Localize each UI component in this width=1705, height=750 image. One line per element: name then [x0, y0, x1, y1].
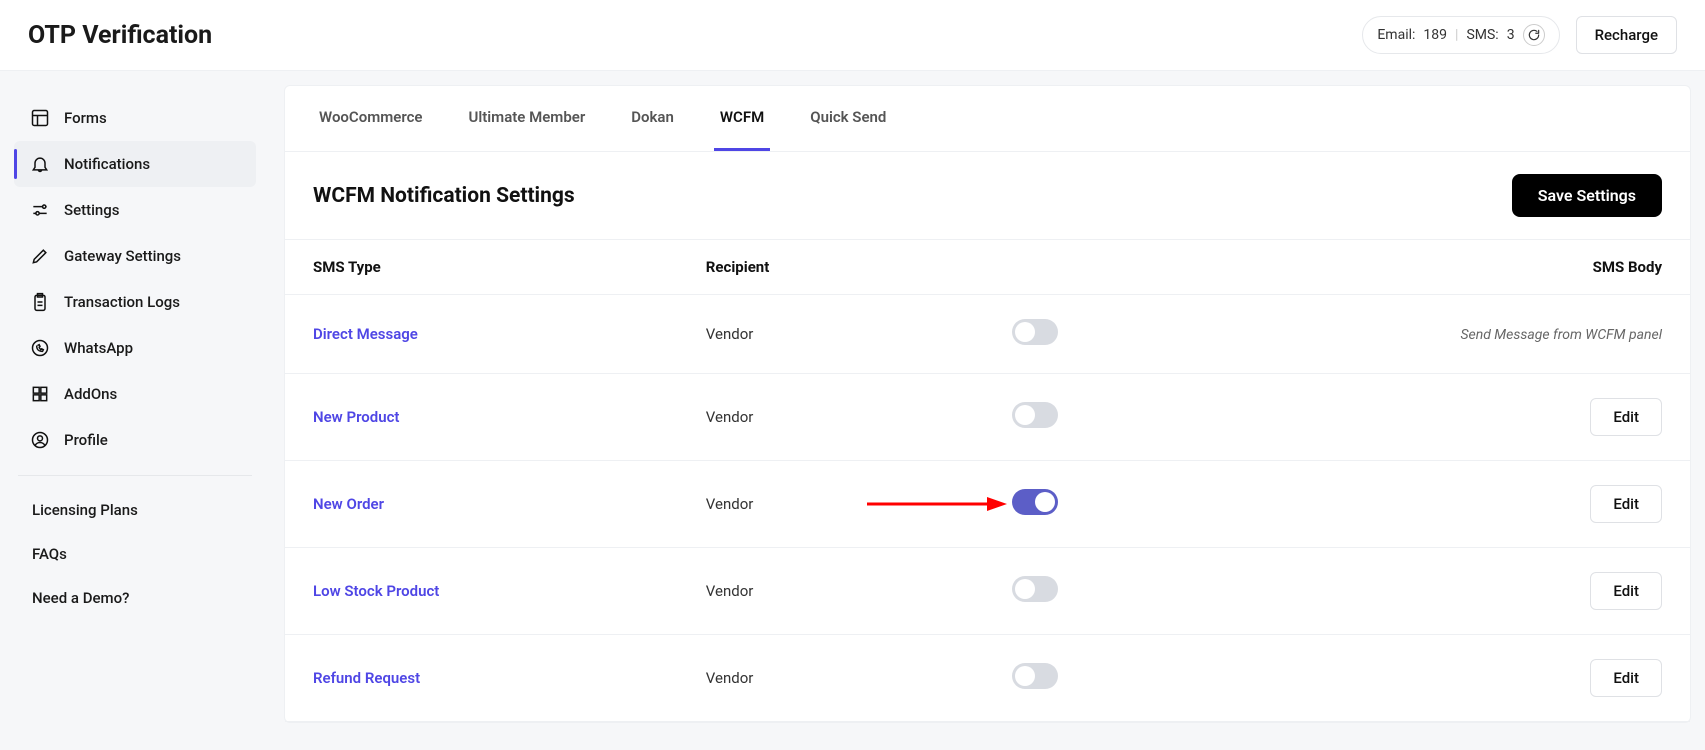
sidebar-item-forms[interactable]: Forms: [14, 95, 256, 141]
settings-panel: WooCommerce Ultimate Member Dokan WCFM Q…: [284, 85, 1691, 723]
table-row: New Product Vendor Edit: [285, 374, 1690, 461]
sidebar-item-label: Forms: [64, 109, 107, 127]
email-credit-value: 189: [1423, 27, 1447, 43]
page-title: OTP Verification: [28, 21, 212, 50]
enable-toggle[interactable]: [1012, 489, 1058, 515]
tab-dokan[interactable]: Dokan: [625, 86, 680, 151]
sidebar-link-faqs[interactable]: FAQs: [14, 532, 256, 576]
sidebar-item-profile[interactable]: Profile: [14, 417, 256, 463]
sms-credit-value: 3: [1507, 27, 1515, 43]
sidebar-item-label: Transaction Logs: [64, 293, 180, 311]
recipient-cell: Vendor: [678, 295, 935, 374]
panel-title: WCFM Notification Settings: [313, 184, 575, 208]
table-row: Refund Request Vendor Edit: [285, 635, 1690, 722]
email-credit-label: Email:: [1377, 27, 1415, 43]
tab-woocommerce[interactable]: WooCommerce: [313, 86, 429, 151]
enable-toggle[interactable]: [1012, 319, 1058, 345]
recipient-cell: Vendor: [678, 548, 935, 635]
credit-balance-pill: Email: 189 | SMS: 3: [1362, 16, 1559, 54]
edit-button[interactable]: Edit: [1590, 485, 1662, 523]
tab-wcfm[interactable]: WCFM: [714, 86, 770, 151]
sms-type-link[interactable]: New Product: [313, 408, 399, 426]
main-content: WooCommerce Ultimate Member Dokan WCFM Q…: [270, 71, 1705, 737]
col-sms-type: SMS Type: [285, 240, 678, 295]
layout-icon: [30, 108, 50, 128]
sms-type-link[interactable]: New Order: [313, 495, 384, 513]
sidebar-item-label: Settings: [64, 201, 120, 219]
sidebar-item-notifications[interactable]: Notifications: [14, 141, 256, 187]
sidebar-divider: [18, 475, 252, 476]
sidebar-item-label: Gateway Settings: [64, 247, 181, 265]
table-row: Low Stock Product Vendor Edit: [285, 548, 1690, 635]
sidebar-item-label: WhatsApp: [64, 339, 133, 357]
recharge-button[interactable]: Recharge: [1576, 16, 1677, 54]
sliders-icon: [30, 200, 50, 220]
refresh-icon[interactable]: [1523, 24, 1545, 46]
settings-table: SMS Type Recipient SMS Body Direct Messa…: [285, 240, 1690, 722]
edit-button[interactable]: Edit: [1590, 659, 1662, 697]
col-toggle: [935, 240, 1135, 295]
table-row: New Order Vendor Edit: [285, 461, 1690, 548]
credit-separator: |: [1455, 27, 1458, 43]
sms-type-link[interactable]: Direct Message: [313, 325, 418, 343]
enable-toggle[interactable]: [1012, 663, 1058, 689]
whatsapp-icon: [30, 338, 50, 358]
panel-header: WCFM Notification Settings Save Settings: [285, 152, 1690, 240]
sidebar-item-gateway[interactable]: Gateway Settings: [14, 233, 256, 279]
sidebar-item-addons[interactable]: AddOns: [14, 371, 256, 417]
col-sms-body: SMS Body: [1135, 240, 1690, 295]
clipboard-icon: [30, 292, 50, 312]
edit-button[interactable]: Edit: [1590, 398, 1662, 436]
sidebar-item-label: Notifications: [64, 155, 150, 173]
page-header: OTP Verification Email: 189 | SMS: 3 Rech…: [0, 0, 1705, 71]
bell-icon: [30, 154, 50, 174]
enable-toggle[interactable]: [1012, 576, 1058, 602]
edit-button[interactable]: Edit: [1590, 572, 1662, 610]
sidebar-item-label: AddOns: [64, 385, 117, 403]
tab-quick-send[interactable]: Quick Send: [804, 86, 892, 151]
sidebar-link-demo[interactable]: Need a Demo?: [14, 576, 256, 620]
sms-credit-label: SMS:: [1466, 27, 1498, 43]
table-row: Direct Message Vendor Send Message from WC…: [285, 295, 1690, 374]
user-icon: [30, 430, 50, 450]
tab-ultimate-member[interactable]: Ultimate Member: [463, 86, 592, 151]
recipient-cell: Vendor: [678, 374, 935, 461]
header-actions: Email: 189 | SMS: 3 Recharge: [1362, 16, 1677, 54]
recipient-cell: Vendor: [678, 461, 935, 548]
sidebar-item-settings[interactable]: Settings: [14, 187, 256, 233]
sidebar-link-licensing[interactable]: Licensing Plans: [14, 488, 256, 532]
col-recipient: Recipient: [678, 240, 935, 295]
tabs-bar: WooCommerce Ultimate Member Dokan WCFM Q…: [285, 86, 1690, 152]
sms-type-link[interactable]: Low Stock Product: [313, 582, 439, 600]
sidebar-item-transaction-logs[interactable]: Transaction Logs: [14, 279, 256, 325]
sidebar: Forms Notifications Settings Gateway Set…: [0, 71, 270, 737]
sms-body-note: Send Message from WCFM panel: [1460, 327, 1662, 343]
sidebar-item-label: Profile: [64, 431, 108, 449]
sms-type-link[interactable]: Refund Request: [313, 669, 420, 687]
save-settings-button[interactable]: Save Settings: [1512, 174, 1662, 217]
recipient-cell: Vendor: [678, 635, 935, 722]
enable-toggle[interactable]: [1012, 402, 1058, 428]
grid-icon: [30, 384, 50, 404]
pen-icon: [30, 246, 50, 266]
sidebar-item-whatsapp[interactable]: WhatsApp: [14, 325, 256, 371]
